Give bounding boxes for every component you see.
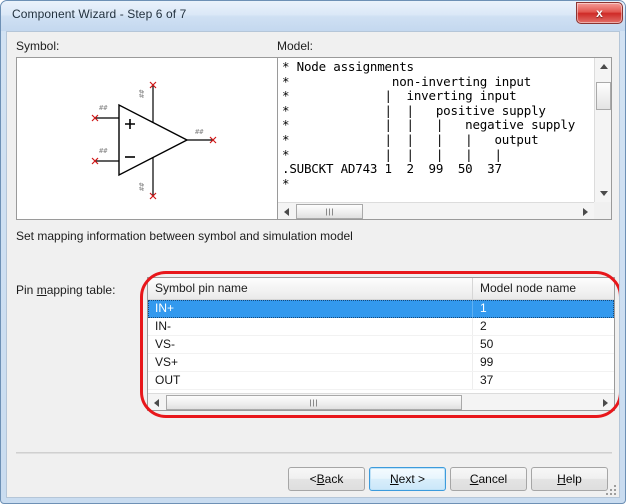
component-wizard-window: Component Wizard - Step 6 of 7 x Symbol: (0, 0, 626, 504)
svg-text:##: ## (195, 128, 204, 136)
scrollbar-corner (594, 202, 611, 219)
cell-model-node-name[interactable]: 37 (473, 372, 614, 389)
cell-model-node-name[interactable]: 2 (473, 318, 614, 335)
cell-symbol-pin-name[interactable]: IN+ (148, 300, 473, 318)
table-row[interactable]: IN+ 1 (148, 300, 614, 318)
table-body: IN+ 1 IN- 2 VS- 50 VS+ 99 OUT 37 (148, 300, 614, 393)
chevron-left-icon (284, 207, 289, 216)
window-title: Component Wizard - Step 6 of 7 (12, 7, 187, 21)
pin-label-pre: Pin (16, 283, 37, 297)
pin-label-post: apping table: (46, 283, 116, 297)
scroll-grip-icon (325, 208, 334, 215)
back-label-pre: < (309, 472, 317, 486)
opamp-symbol-icon: ## ## ## ## ## (91, 81, 217, 200)
resize-grip[interactable] (604, 483, 616, 495)
help-button[interactable]: Help (531, 467, 608, 491)
next-mnemonic: N (389, 472, 399, 486)
symbol-preview-box[interactable]: ## ## ## ## ## (16, 57, 280, 220)
chevron-up-icon (599, 64, 608, 69)
cell-symbol-pin-name[interactable]: IN- (148, 318, 473, 335)
title-bar: Component Wizard - Step 6 of 7 x (1, 1, 625, 31)
model-label: Model: (277, 39, 314, 53)
model-horizontal-scrollbar[interactable] (278, 202, 594, 219)
chevron-down-icon (599, 191, 608, 196)
cell-model-node-name[interactable]: 99 (473, 354, 614, 371)
close-icon: x (596, 6, 603, 20)
pin-mapping-table[interactable]: Symbol pin name Model node name IN+ 1 IN… (147, 277, 615, 411)
cell-symbol-pin-name[interactable]: VS- (148, 336, 473, 353)
model-text-box[interactable]: * Node assignments * non-inverting input… (277, 57, 612, 220)
svg-text:##: ## (138, 89, 146, 98)
back-button[interactable]: < Back (288, 467, 365, 491)
model-vertical-scroll-thumb[interactable] (596, 82, 611, 110)
back-label-post: ack (324, 472, 344, 486)
pin-label-mnemonic: m (36, 283, 47, 297)
table-row[interactable]: OUT 37 (148, 372, 614, 390)
next-label-post: ext > (398, 472, 426, 486)
model-scroll-right-button[interactable] (577, 203, 594, 219)
model-text-content: * Node assignments * non-inverting input… (282, 59, 576, 191)
model-vertical-scrollbar[interactable] (594, 58, 611, 202)
close-button[interactable]: x (576, 2, 623, 24)
table-scroll-left-button[interactable] (148, 394, 165, 410)
svg-text:##: ## (99, 104, 108, 112)
column-header-symbol-pin-name[interactable]: Symbol pin name (148, 278, 473, 299)
cell-symbol-pin-name[interactable]: OUT (148, 372, 473, 389)
dialog-button-bar: < Back Next > Cancel Help (7, 467, 619, 493)
model-horizontal-scroll-thumb[interactable] (296, 204, 363, 219)
model-scroll-up-button[interactable] (595, 58, 611, 75)
chevron-right-icon (603, 398, 608, 407)
cancel-button[interactable]: Cancel (450, 467, 527, 491)
table-row[interactable]: VS+ 99 (148, 354, 614, 372)
pin-mapping-table-label: Pin mapping table: (16, 283, 115, 297)
model-scroll-left-button[interactable] (278, 203, 295, 219)
mapping-instruction-text: Set mapping information between symbol a… (16, 229, 353, 243)
help-label-post: elp (565, 472, 582, 486)
back-mnemonic: B (316, 472, 325, 486)
footer-separator (16, 452, 612, 454)
cancel-mnemonic: C (469, 472, 479, 486)
table-row[interactable]: VS- 50 (148, 336, 614, 354)
symbol-label: Symbol: (16, 39, 60, 53)
svg-text:##: ## (99, 147, 108, 155)
scroll-grip-icon (310, 399, 318, 406)
cancel-label-post: ancel (478, 472, 508, 486)
dialog-client-area: Symbol: ## ## ## ## ## Model: * Node ass… (6, 31, 620, 498)
model-scroll-down-button[interactable] (595, 185, 611, 202)
cell-symbol-pin-name[interactable]: VS+ (148, 354, 473, 371)
cell-model-node-name[interactable]: 1 (473, 300, 614, 318)
table-scroll-right-button[interactable] (597, 394, 614, 410)
help-mnemonic: H (557, 472, 566, 486)
cell-model-node-name[interactable]: 50 (473, 336, 614, 353)
table-horizontal-scroll-thumb[interactable] (166, 395, 462, 410)
table-row[interactable]: IN- 2 (148, 318, 614, 336)
svg-text:##: ## (138, 182, 146, 191)
table-horizontal-scrollbar[interactable] (148, 393, 614, 410)
column-header-model-node-name[interactable]: Model node name (473, 278, 614, 299)
chevron-right-icon (583, 207, 588, 216)
table-header-row: Symbol pin name Model node name (148, 278, 614, 300)
chevron-left-icon (154, 398, 159, 407)
next-button[interactable]: Next > (369, 467, 446, 491)
